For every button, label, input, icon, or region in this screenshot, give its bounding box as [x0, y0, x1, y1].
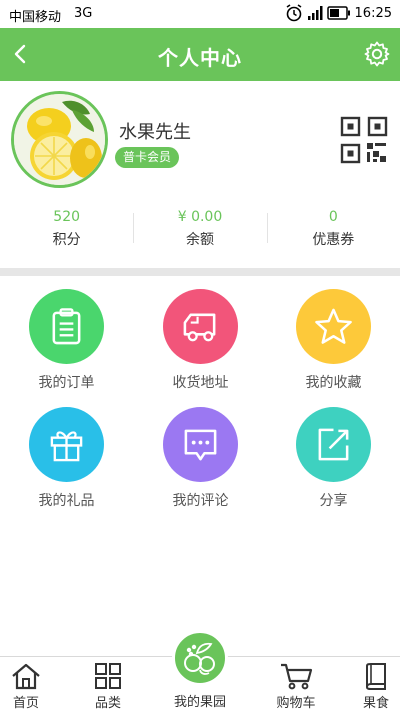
gifts-circle [29, 407, 104, 482]
share-circle [296, 407, 371, 482]
network-type: 3G [74, 6, 93, 21]
clipboard-icon [52, 308, 81, 345]
comments-label: 我的评论 [172, 493, 229, 509]
carrier-name: 中国移动 [9, 10, 62, 25]
balance-label: 余额 [185, 232, 214, 248]
status-right: 16:25 [285, 4, 392, 22]
battery-icon [326, 6, 350, 20]
tab-categories[interactable]: 品类 [82, 657, 134, 711]
lemon-avatar-icon [14, 94, 105, 185]
grid-item-favorites[interactable]: 我的收藏 [267, 276, 400, 391]
truck-icon [183, 313, 216, 342]
points-value: 520 [53, 209, 81, 225]
gifts-label: 我的礼品 [38, 493, 95, 509]
stat-coupons[interactable]: 0 优惠券 [266, 205, 400, 251]
home-icon [12, 663, 40, 690]
fruit-basket-icon [184, 642, 215, 675]
qr-code-icon[interactable] [339, 115, 389, 165]
header-bar: 个人中心 [0, 28, 400, 81]
stat-balance[interactable]: ¥ 0.00 余额 [133, 205, 266, 251]
section-divider [0, 268, 400, 276]
cart-icon [281, 663, 313, 690]
orders-label: 我的订单 [38, 375, 95, 391]
status-bar: 中国移动 3G 16:25 [0, 0, 400, 28]
gift-icon [50, 431, 83, 462]
grid-icon [95, 663, 121, 689]
avatar[interactable] [11, 91, 108, 188]
grid-item-share[interactable]: 分享 [267, 394, 400, 509]
page-title: 个人中心 [158, 46, 242, 70]
user-name: 水果先生 [119, 122, 191, 143]
comment-icon [184, 429, 217, 461]
address-circle [163, 289, 238, 364]
coupons-value: 0 [328, 209, 338, 225]
tab-categories-label: 品类 [94, 696, 121, 711]
coupons-label: 优惠券 [312, 232, 355, 248]
alarm-icon [286, 4, 301, 22]
tab-cart[interactable]: 购物车 [268, 657, 324, 711]
signal-icon [307, 6, 323, 20]
share-icon [318, 428, 349, 461]
balance-value: ¥ 0.00 [177, 209, 223, 225]
tab-my-orchard-label: 我的果园 [173, 695, 226, 710]
grid-item-gifts[interactable]: 我的礼品 [0, 394, 133, 509]
favorites-circle [296, 289, 371, 364]
favorites-label: 我的收藏 [305, 375, 362, 391]
share-label: 分享 [319, 493, 348, 509]
grid-item-comments[interactable]: 我的评论 [134, 394, 267, 509]
profile-section: 水果先生 普卡会员 520 积分 ¥ 0.00 余额 0 优惠券 [0, 81, 400, 271]
tab-recipes[interactable]: 果食 [352, 657, 400, 711]
orders-circle [29, 289, 104, 364]
app-root: 中国移动 3G 16:25 个人中心 水果先生 普卡会员 520 积分 ¥ 0.… [0, 0, 400, 711]
grid-item-orders[interactable]: 我的订单 [0, 276, 133, 391]
member-badge: 普卡会员 [115, 147, 180, 168]
book-icon [366, 663, 386, 690]
comments-circle [163, 407, 238, 482]
tab-home[interactable]: 首页 [0, 657, 52, 711]
star-icon [315, 308, 352, 344]
clock-time: 16:25 [354, 5, 392, 21]
grid-item-address[interactable]: 收货地址 [134, 276, 267, 391]
stats-row: 520 积分 ¥ 0.00 余额 0 优惠券 [0, 205, 400, 251]
stat-points[interactable]: 520 积分 [0, 205, 133, 251]
points-label: 积分 [52, 232, 81, 248]
tab-cart-label: 购物车 [276, 696, 316, 711]
address-label: 收货地址 [172, 375, 229, 391]
tab-recipes-label: 果食 [362, 696, 389, 711]
gear-icon[interactable] [363, 40, 391, 68]
tab-my-orchard[interactable] [172, 630, 228, 686]
tab-home-label: 首页 [12, 696, 39, 711]
